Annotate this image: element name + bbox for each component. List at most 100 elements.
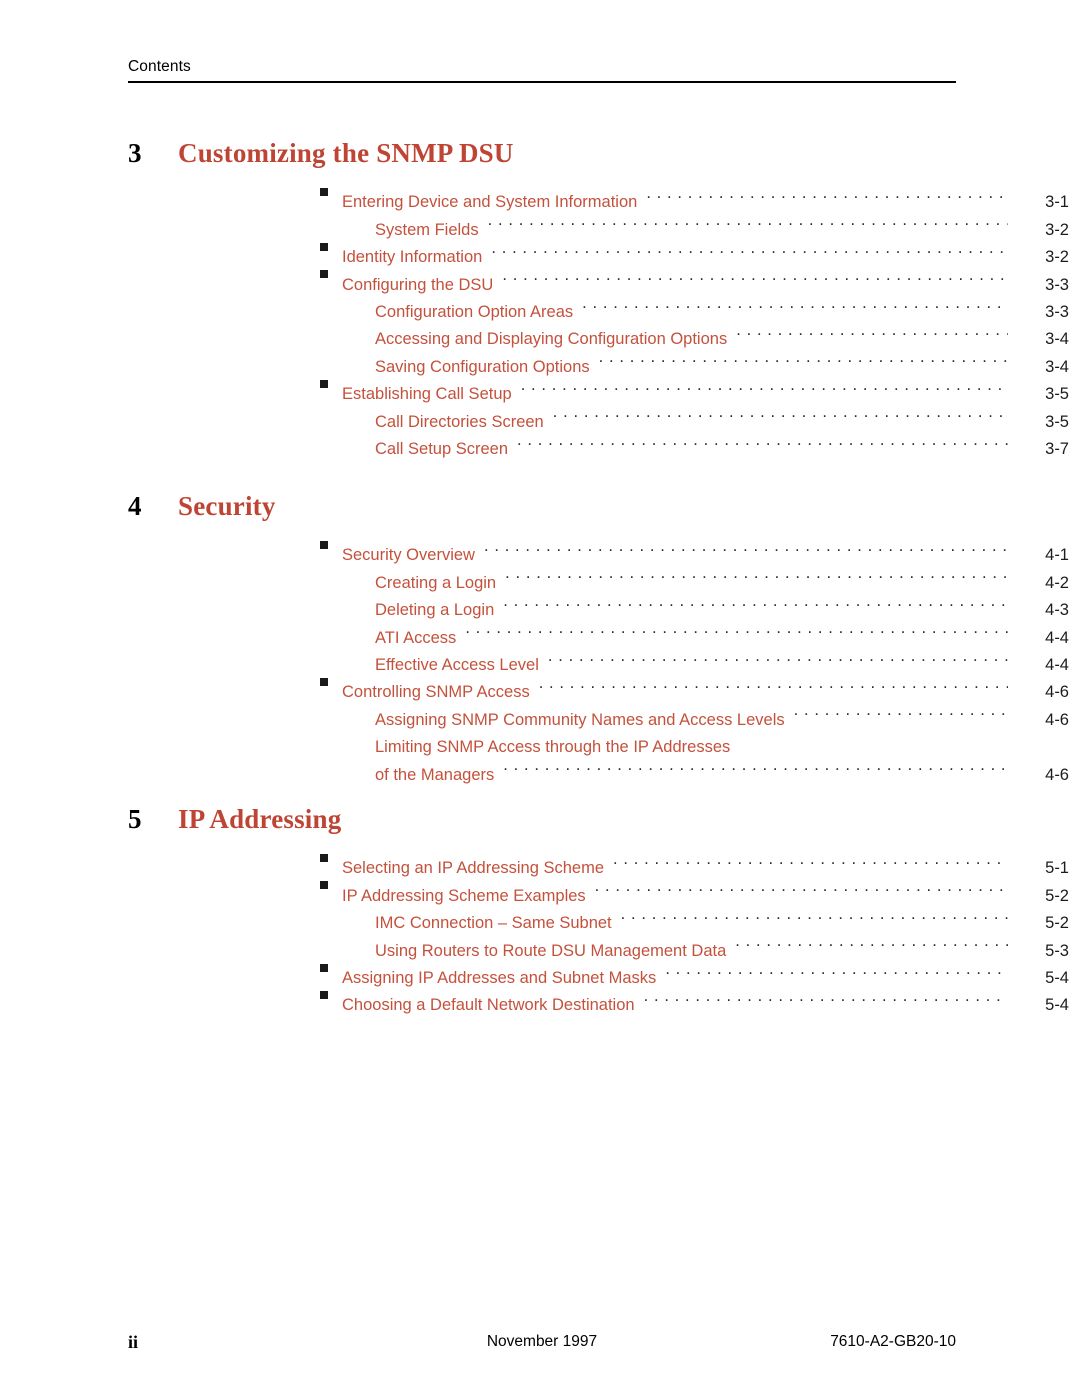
toc-dot-leader bbox=[517, 427, 1008, 454]
toc-entry-row: Selecting an IP Addressing Scheme5-1 bbox=[0, 846, 1080, 877]
toc-entry-label: of the Managers bbox=[375, 765, 495, 784]
toc-entry-row: IP Addressing Scheme Examples5-2 bbox=[0, 873, 1080, 905]
toc-entry-row: Establishing Call Setup3-5 bbox=[0, 372, 1080, 403]
toc-dot-leader bbox=[553, 399, 1008, 426]
square-bullet-icon bbox=[320, 242, 328, 251]
chapter-number: 3 bbox=[128, 138, 142, 168]
toc-entry[interactable]: Limiting SNMP Access through the IP Addr… bbox=[0, 725, 1080, 756]
toc-entry[interactable]: Deleting a Login4-3 bbox=[0, 588, 1080, 619]
toc-dot-leader bbox=[794, 697, 1008, 724]
toc-page-number: 4-6 bbox=[1045, 765, 1069, 784]
toc-entry[interactable]: Configuration Option Areas3-3 bbox=[0, 290, 1080, 321]
square-bullet-icon bbox=[320, 541, 328, 549]
toc-entry-label: Call Setup Screen bbox=[375, 439, 508, 458]
page-footer: ii November 1997 7610-A2-GB20-10 bbox=[128, 1331, 956, 1355]
square-bullet-icon bbox=[320, 881, 328, 890]
toc-dot-leader bbox=[621, 901, 1008, 928]
toc-dot-leader bbox=[644, 983, 1008, 1010]
toc-dot-leader bbox=[599, 344, 1008, 371]
toc-dot-leader bbox=[488, 207, 1008, 234]
toc-entry[interactable]: Effective Access Level4-4 bbox=[0, 643, 1080, 674]
toc-page-number: 3-7 bbox=[1045, 439, 1069, 458]
chapter-heading: 5 IP Addressing bbox=[0, 802, 1080, 846]
toc-list: Entering Device and System Information3-… bbox=[0, 180, 1080, 458]
chapter-block: 4 Security Security Overview4-1Creating a … bbox=[0, 489, 1080, 784]
chapter-block: 5 IP Addressing Selecting an IP Addressing… bbox=[0, 802, 1080, 1014]
toc-dot-leader bbox=[465, 615, 1008, 642]
toc-entry[interactable]: System Fields3-2 bbox=[0, 207, 1080, 238]
chapter-heading: 3 Customizing the SNMP DSU bbox=[0, 136, 1080, 180]
toc-dot-leader bbox=[595, 873, 1008, 900]
toc-list: Security Overview4-1Creating a Login4-2D… bbox=[0, 533, 1080, 784]
toc-entry-row: Saving Configuration Options3-4 bbox=[0, 344, 1080, 375]
toc-entry[interactable]: Entering Device and System Information3-… bbox=[0, 180, 1080, 211]
toc-entry[interactable]: of the Managers 4-6 bbox=[0, 752, 1080, 783]
chapter-title[interactable]: Customizing the SNMP DSU bbox=[178, 136, 514, 170]
footer-document-number: 7610-A2-GB20-10 bbox=[830, 1333, 956, 1350]
toc-entry-row: Deleting a Login4-3 bbox=[0, 588, 1080, 619]
chapter-title[interactable]: IP Addressing bbox=[178, 802, 341, 836]
toc-entry[interactable]: IP Addressing Scheme Examples5-2 bbox=[0, 873, 1080, 905]
toc-entry[interactable]: IMC Connection – Same Subnet5-2 bbox=[0, 901, 1080, 932]
document-page: Contents 3 Customizing the SNMP DSU Enteri… bbox=[0, 0, 1080, 1397]
toc-entry-row: Accessing and Displaying Configuration O… bbox=[0, 317, 1080, 348]
toc-entry[interactable]: Accessing and Displaying Configuration O… bbox=[0, 317, 1080, 348]
toc-dot-leader bbox=[484, 533, 1008, 560]
toc-entry[interactable]: Saving Configuration Options3-4 bbox=[0, 344, 1080, 375]
toc-dot-leader bbox=[491, 235, 1008, 262]
square-bullet-icon bbox=[320, 379, 328, 388]
toc-entry[interactable]: ATI Access4-4 bbox=[0, 615, 1080, 646]
toc-entry-row: Creating a Login4-2 bbox=[0, 560, 1080, 591]
square-bullet-icon bbox=[320, 270, 328, 279]
chapter-number: 4 bbox=[128, 491, 142, 521]
toc-dot-leader bbox=[539, 670, 1008, 697]
square-bullet-icon bbox=[320, 854, 328, 862]
toc-entry-row: Call Directories Screen3-5 bbox=[0, 399, 1080, 430]
toc-entry[interactable]: Identity Information3-2 bbox=[0, 235, 1080, 266]
toc-entry-row: Effective Access Level4-4 bbox=[0, 643, 1080, 674]
toc-dot-leader bbox=[646, 180, 1008, 207]
toc-dot-leader bbox=[613, 846, 1008, 873]
toc-dot-leader bbox=[582, 290, 1008, 317]
toc-entry[interactable]: Call Setup Screen 3-7 bbox=[0, 427, 1080, 458]
toc-entry-row: Entering Device and System Information3-… bbox=[0, 180, 1080, 211]
toc-dot-leader bbox=[735, 928, 1008, 955]
chapter-number: 5 bbox=[128, 804, 142, 834]
toc-entry[interactable]: Controlling SNMP Access4-6 bbox=[0, 670, 1080, 701]
square-bullet-icon bbox=[320, 188, 328, 196]
toc-entry[interactable]: Call Directories Screen3-5 bbox=[0, 399, 1080, 430]
toc-dot-leader bbox=[502, 262, 1008, 289]
toc-page-number: 5-4 bbox=[1045, 996, 1069, 1015]
toc-entry-row: IMC Connection – Same Subnet5-2 bbox=[0, 901, 1080, 932]
header-rule bbox=[128, 81, 956, 83]
toc-entry-row: Assigning IP Addresses and Subnet Masks5… bbox=[0, 956, 1080, 987]
toc-entry[interactable]: Creating a Login4-2 bbox=[0, 560, 1080, 591]
chapter-block: 3 Customizing the SNMP DSU Entering Device… bbox=[0, 136, 1080, 458]
toc-dot-leader bbox=[505, 560, 1008, 587]
toc-entry-row: Security Overview4-1 bbox=[0, 533, 1080, 564]
toc-entry[interactable]: Establishing Call Setup3-5 bbox=[0, 372, 1080, 403]
toc-entry-row: Controlling SNMP Access4-6 bbox=[0, 670, 1080, 701]
toc-entry[interactable]: Configuring the DSU3-3 bbox=[0, 262, 1080, 294]
toc-entry[interactable]: Using Routers to Route DSU Management Da… bbox=[0, 928, 1080, 959]
toc-entry-row: Limiting SNMP Access through the IP Addr… bbox=[0, 725, 1080, 756]
toc-entry[interactable]: Security Overview4-1 bbox=[0, 533, 1080, 564]
toc-entry[interactable]: Selecting an IP Addressing Scheme5-1 bbox=[0, 846, 1080, 877]
chapter-heading: 4 Security bbox=[0, 489, 1080, 533]
running-header-label: Contents bbox=[128, 58, 191, 75]
toc-entry-label: Choosing a Default Network Destination bbox=[342, 996, 635, 1015]
toc-entry-row: of the Managers 4-6 bbox=[0, 752, 1080, 783]
toc-entry-row: Configuring the DSU3-3 bbox=[0, 262, 1080, 294]
toc-entry[interactable]: Assigning SNMP Community Names and Acces… bbox=[0, 697, 1080, 728]
toc-dot-leader bbox=[503, 752, 1008, 779]
toc-entry-row: Using Routers to Route DSU Management Da… bbox=[0, 928, 1080, 959]
chapter-title[interactable]: Security bbox=[178, 489, 276, 523]
toc-entry[interactable]: Assigning IP Addresses and Subnet Masks5… bbox=[0, 956, 1080, 987]
toc-entry-row: Identity Information3-2 bbox=[0, 235, 1080, 266]
toc-entry[interactable]: Choosing a Default Network Destination 5-… bbox=[0, 983, 1080, 1014]
toc-entry-row: Call Setup Screen 3-7 bbox=[0, 427, 1080, 458]
toc-entry-row: ATI Access4-4 bbox=[0, 615, 1080, 646]
square-bullet-icon bbox=[320, 963, 328, 972]
square-bullet-icon bbox=[320, 990, 328, 999]
square-bullet-icon bbox=[320, 677, 328, 686]
